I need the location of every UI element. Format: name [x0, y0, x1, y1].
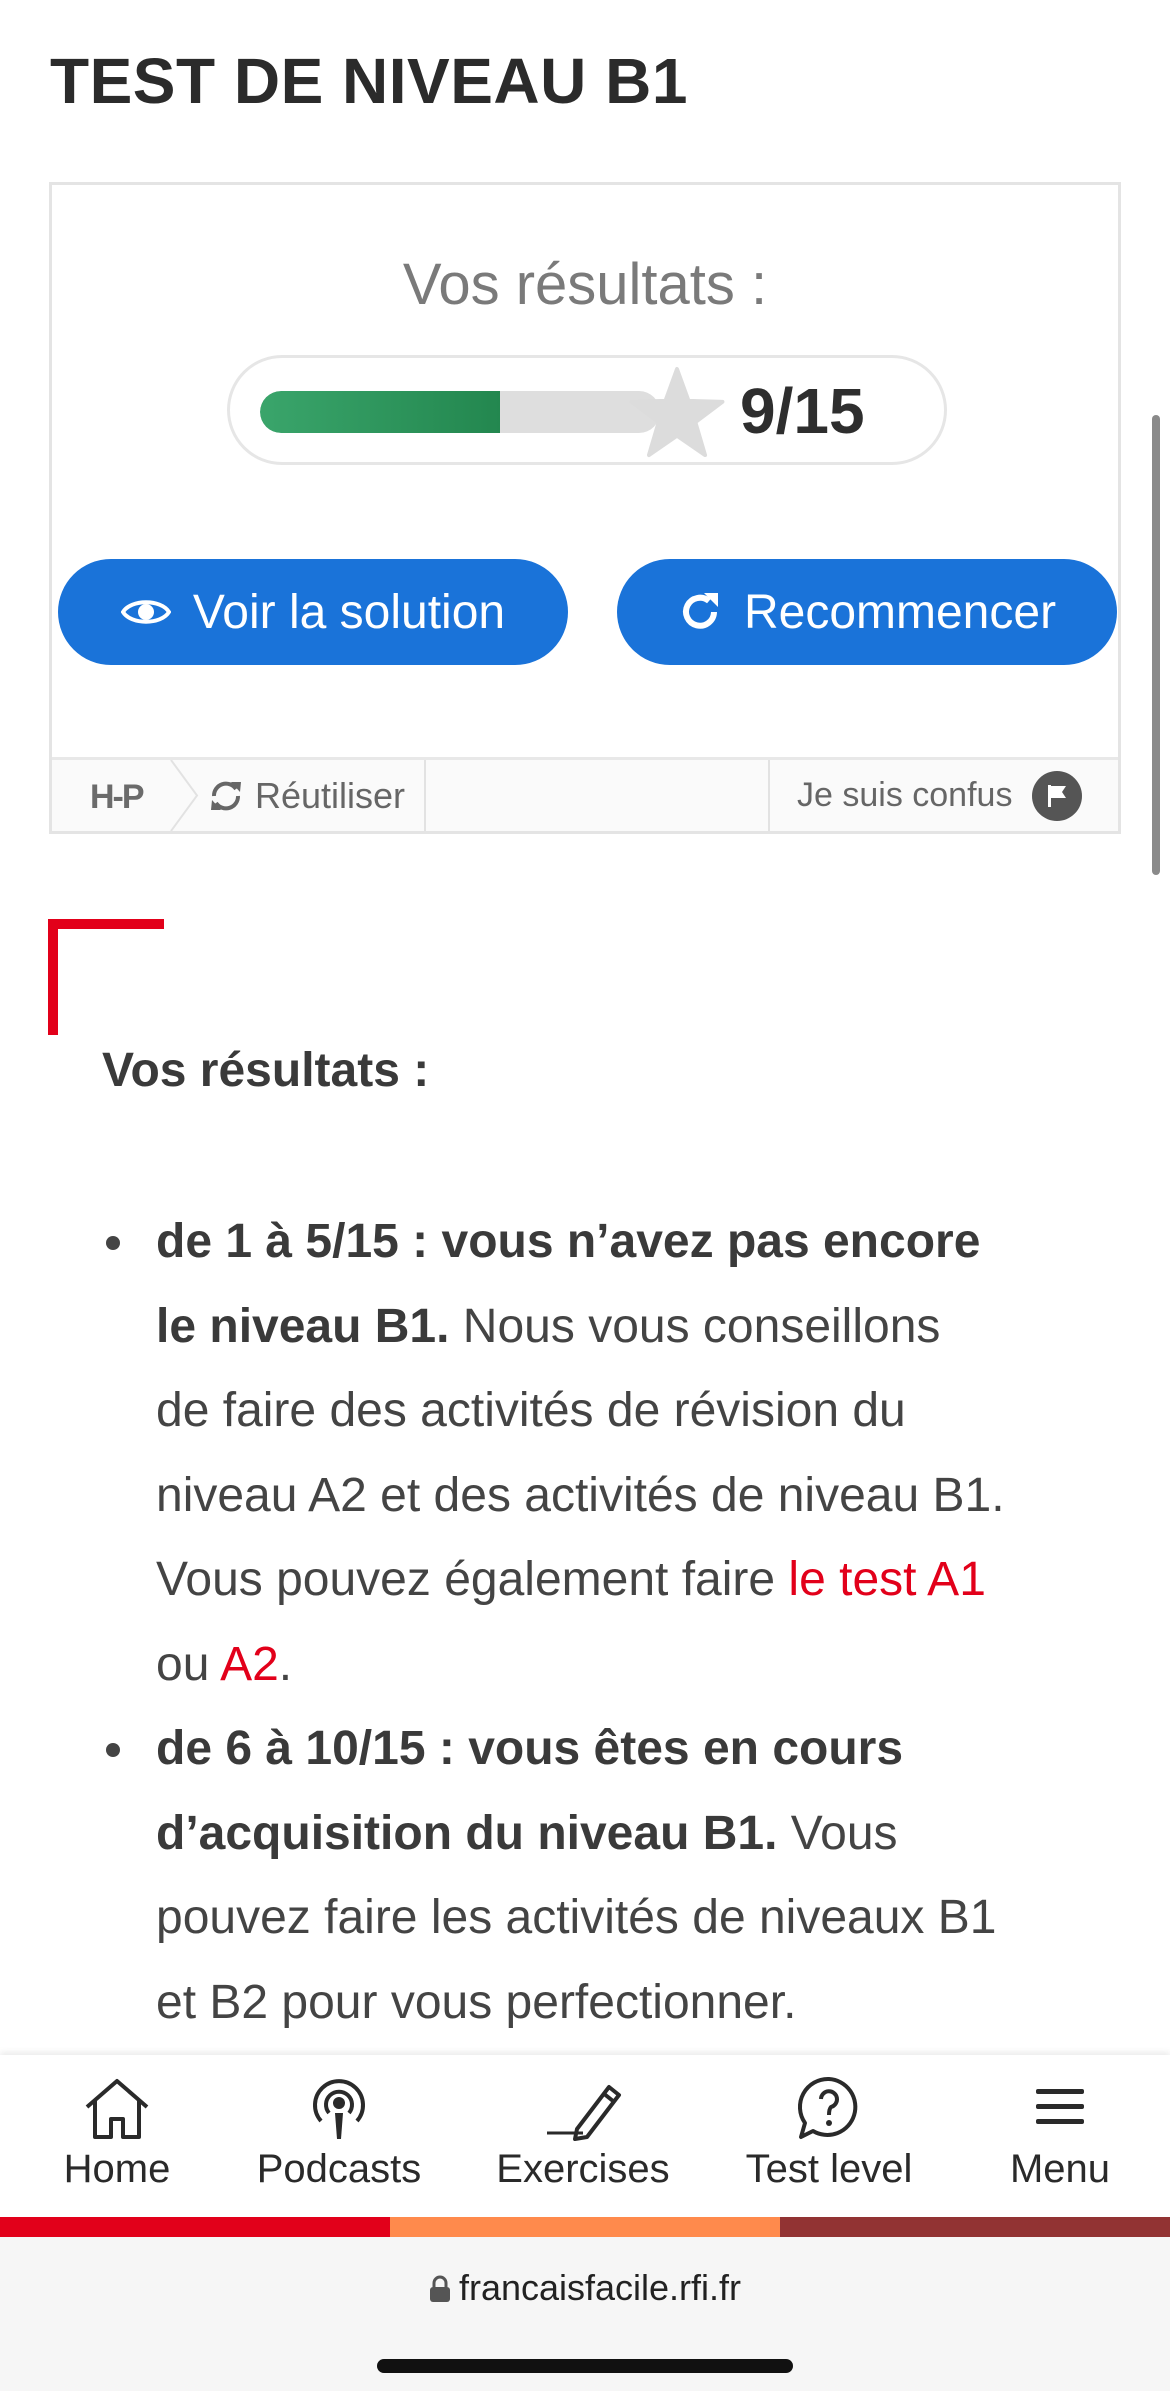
nav-label: Exercises — [496, 2147, 670, 2191]
stripe-maroon — [780, 2217, 1170, 2237]
nav-item-test-level[interactable]: Test level — [712, 2073, 946, 2193]
home-indicator[interactable] — [377, 2359, 793, 2373]
progress-track — [260, 391, 660, 433]
confused-label: Je suis confus — [797, 776, 1013, 814]
hamburger-icon — [1036, 2089, 1084, 2124]
list-item: de 6 à 10/15 : vous êtes en cours d’acqu… — [106, 1707, 1006, 2045]
progress-fill — [260, 391, 500, 433]
pencil-icon — [547, 2085, 621, 2141]
nav-label: Menu — [1009, 2147, 1111, 2191]
reuse-button[interactable]: Réutiliser — [207, 760, 405, 831]
nav-item-exercises[interactable]: Exercises — [466, 2073, 700, 2193]
h5p-logo[interactable]: H-P — [90, 778, 145, 817]
score-bar: 9/15 — [227, 355, 947, 465]
stripe-red — [0, 2217, 390, 2237]
page-title: TEST DE NIVEAU B1 — [50, 45, 688, 117]
list-item-text: ou — [156, 1637, 221, 1691]
test-a1-link[interactable]: le test A1 — [788, 1553, 985, 1606]
list-item-text: . — [278, 1637, 293, 1691]
nav-item-podcasts[interactable]: Podcasts — [222, 2073, 456, 2193]
browser-url-bar[interactable]: francaisfacile.rfi.fr — [0, 2237, 1170, 2391]
bottom-navigation: Home Podcasts Exercises Test level Menu — [0, 2055, 1170, 2218]
scrollbar[interactable] — [1152, 415, 1160, 875]
restart-label: Recommencer — [743, 585, 1057, 639]
test-a2-link[interactable]: A2 — [220, 1638, 279, 1691]
show-solution-button[interactable]: Voir la solution — [58, 559, 568, 665]
nav-item-menu[interactable]: Menu — [943, 2073, 1170, 2193]
stripe-orange — [390, 2217, 780, 2237]
flag-icon — [1032, 770, 1083, 821]
question-bubble-icon — [797, 2076, 858, 2139]
list-item: de 1 à 5/15 : vous n’avez pas encore le … — [106, 1200, 1006, 1707]
quiz-results-panel: Vos résultats : 9/15 Voir la solution Re… — [49, 182, 1121, 834]
nav-item-home[interactable]: Home — [0, 2073, 234, 2193]
lock-icon — [429, 2275, 450, 2302]
reuse-label: Réutiliser — [255, 774, 406, 816]
nav-label: Podcasts — [256, 2147, 422, 2191]
refresh-icon — [683, 593, 718, 629]
section-corner-decoration — [48, 919, 164, 1035]
restart-button[interactable]: Recommencer — [617, 559, 1117, 665]
url-display: francaisfacile.rfi.fr — [0, 2267, 1170, 2309]
confused-button[interactable]: Je suis confus — [797, 760, 1083, 831]
footer-divider — [424, 760, 426, 831]
results-info-heading: Vos résultats : — [102, 1044, 430, 1097]
nav-color-stripes — [0, 2217, 1170, 2237]
reuse-icon — [211, 781, 241, 810]
h5p-footer: H-P Réutiliser Je suis confus — [52, 757, 1118, 831]
star-icon — [629, 366, 725, 458]
podcast-icon — [313, 2079, 365, 2139]
nav-label: Home — [63, 2147, 171, 2191]
footer-divider — [768, 760, 770, 831]
nav-label: Test level — [745, 2147, 913, 2191]
show-solution-label: Voir la solution — [192, 585, 506, 639]
results-info-list: de 1 à 5/15 : vous n’avez pas encore le … — [106, 1200, 1006, 2045]
score-text: 9/15 — [740, 375, 865, 447]
home-icon — [85, 2079, 149, 2139]
results-heading: Vos résultats : — [402, 252, 768, 317]
footer-separator — [170, 760, 199, 831]
url-text: francaisfacile.rfi.fr — [458, 2267, 742, 2308]
eye-icon — [120, 600, 171, 624]
